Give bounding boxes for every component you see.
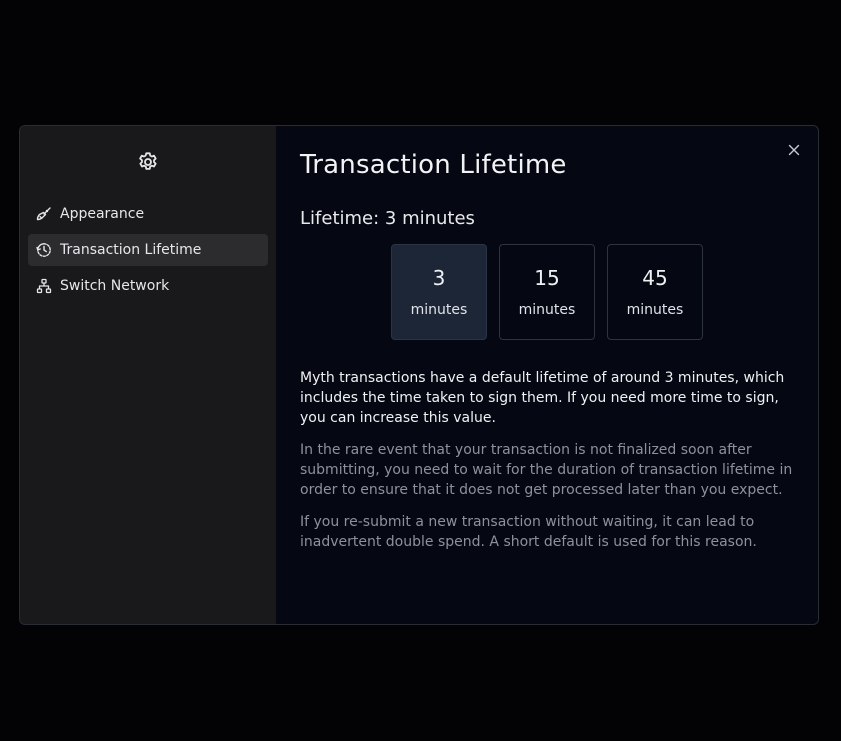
brush-icon: [36, 206, 52, 222]
lifetime-option-3[interactable]: 3 minutes: [391, 244, 487, 340]
sidebar-item-appearance[interactable]: Appearance: [28, 198, 268, 230]
sidebar-nav: Appearance Transaction Lifetime Switch N…: [28, 198, 268, 306]
option-value: 3: [432, 266, 446, 290]
option-unit: minutes: [410, 302, 468, 318]
lifetime-options: 3 minutes 15 minutes 45 minutes: [391, 244, 703, 340]
option-unit: minutes: [626, 302, 684, 318]
sidebar-item-label: Appearance: [60, 206, 145, 222]
clock-history-icon: [36, 242, 52, 258]
network-icon: [36, 278, 52, 294]
sidebar: Appearance Transaction Lifetime Switch N…: [20, 126, 276, 624]
main-panel: Transaction Lifetime Lifetime: 3 minutes…: [276, 126, 818, 624]
sidebar-item-transaction-lifetime[interactable]: Transaction Lifetime: [28, 234, 268, 266]
description-paragraph: In the rare event that your transaction …: [300, 442, 793, 498]
option-value: 15: [534, 266, 560, 290]
close-icon[interactable]: [784, 140, 804, 160]
description-paragraph: Myth transactions have a default lifetim…: [300, 370, 785, 426]
option-unit: minutes: [518, 302, 576, 318]
gear-icon: [136, 150, 160, 174]
lifetime-option-15[interactable]: 15 minutes: [499, 244, 595, 340]
option-value: 45: [642, 266, 668, 290]
description-paragraph: If you re-submit a new transaction witho…: [300, 514, 757, 550]
lifetime-option-45[interactable]: 45 minutes: [607, 244, 703, 340]
sidebar-item-label: Transaction Lifetime: [60, 242, 202, 258]
sidebar-item-label: Switch Network: [60, 278, 170, 294]
lifetime-subtitle: Lifetime: 3 minutes: [300, 208, 475, 229]
page-title: Transaction Lifetime: [300, 150, 567, 180]
sidebar-item-switch-network[interactable]: Switch Network: [28, 270, 268, 302]
settings-modal: Appearance Transaction Lifetime Switch N…: [19, 125, 819, 625]
